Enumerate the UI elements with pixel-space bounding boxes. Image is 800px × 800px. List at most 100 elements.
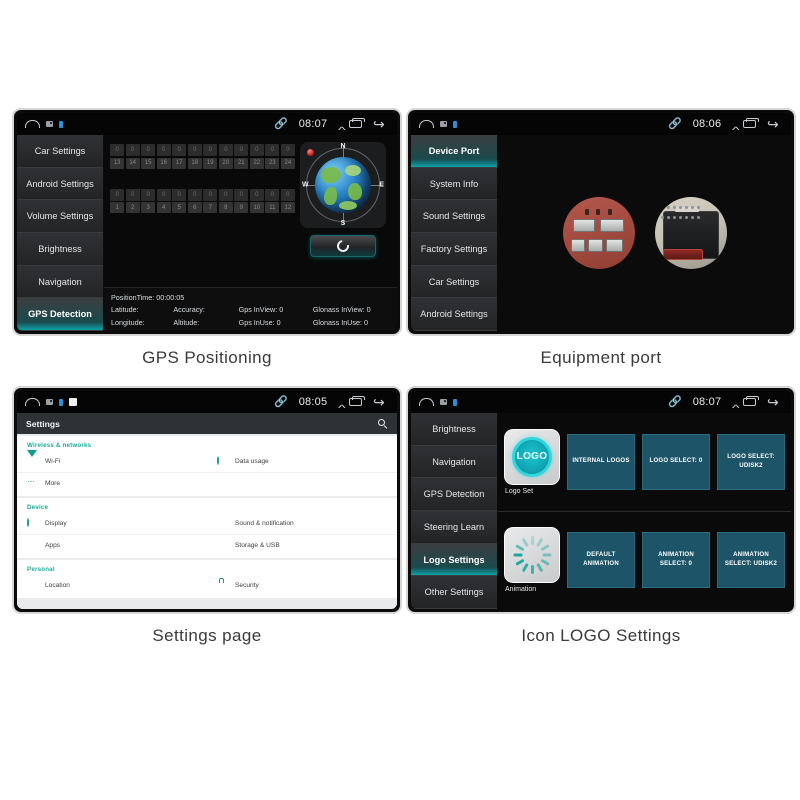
settings-item-more[interactable]: ⋯ More [17,473,207,494]
recent-apps-icon[interactable] [349,118,366,128]
satellite-value: 0 [172,188,187,201]
wiring-harness-photo[interactable] [562,197,635,269]
satellite-id: 3 [141,202,156,213]
settings-item-sound[interactable]: Sound & notification [207,513,397,535]
gps-refresh-button[interactable] [310,235,376,257]
app-indicator-icon [69,398,77,406]
settings-item-apps[interactable]: Apps [17,535,207,556]
connector-block-photo[interactable] [654,197,727,269]
settings-app-bar: Settings [17,413,397,434]
sidebar-item-label: Steering Learn [423,521,485,532]
sd-card-icon [46,121,53,127]
settings-item-data-usage[interactable]: Data usage [207,451,397,473]
sidebar-item-android-settings[interactable]: Android Settings [17,167,103,201]
latitude-label: Latitude: [111,305,139,314]
tile-default-animation[interactable]: DEFAULT ANIMATION [567,532,635,589]
sidebar-item-label: System Info [429,178,479,189]
sd-card-icon [440,121,447,127]
refresh-icon [334,237,352,255]
sidebar-item-navigation[interactable]: Navigation [411,445,497,479]
glonass-inuse-label: Glonass InUse: 0 [312,318,368,327]
sidebar-item-steering-learn[interactable]: Steering Learn [411,511,497,544]
sidebar-item-system-info[interactable]: System Info [411,167,497,201]
settings-item-label: Apps [45,541,61,549]
satellite-value: 0 [234,188,249,201]
wifi-icon [27,449,37,464]
bluetooth-icon: 🔗 [668,117,682,130]
glonass-inview-label: Glonass InView: 0 [312,305,371,314]
sidebar-item-label: Brightness [38,243,82,254]
home-icon[interactable] [25,120,40,128]
sidebar-item-brightness[interactable]: Brightness [411,413,497,446]
panel-icon-logo-settings: 🔗 08:07 ^ ↩ Brightness Navigation GPS De… [406,386,796,664]
sidebar-item-car-settings[interactable]: Car Settings [411,265,497,299]
back-icon[interactable]: ↩ [373,116,385,132]
sidebar-item-logo-settings[interactable]: Logo Settings [411,543,497,577]
logo-set-label: Logo Set [505,487,534,495]
status-time: 08:07 [298,118,328,130]
caption-gps-positioning: GPS Positioning [142,348,272,367]
settings-item-location[interactable]: Location [17,575,207,596]
settings-item-label: Security [235,581,259,589]
satellite-id-row: 1 2 3 4 5 6 7 8 9 10 11 12 [110,201,295,213]
satellite-value: 0 [280,144,295,156]
satellite-value-row: 0 0 0 0 0 0 0 0 0 0 0 0 [110,188,295,201]
settings-item-label: Display [45,519,67,527]
compass-north-label: N [340,143,346,150]
data-usage-icon [217,455,219,465]
tile-logo-select-udisk2[interactable]: LOGO SELECT: UDISK2 [717,433,785,490]
animation-preview-thumb[interactable] [504,527,560,584]
satellite-id: 1 [110,202,125,213]
sidebar-item-device-port[interactable]: Device Port [411,135,497,168]
recent-apps-icon[interactable] [743,396,760,406]
recent-apps-icon[interactable] [349,396,366,406]
back-icon[interactable]: ↩ [767,116,779,132]
satellite-value: 0 [280,188,295,201]
panel-equipment-port: 🔗 08:06 ^ ↩ Device Port System Info Soun… [406,108,796,386]
home-icon[interactable] [25,398,40,406]
compass-east-label: E [379,181,384,189]
satellite-value: 0 [234,144,249,156]
sidebar-item-sound-settings[interactable]: Sound Settings [411,200,497,234]
sidebar-item-gps-detection[interactable]: GPS Detection [411,478,497,512]
sidebar-item-factory-settings[interactable]: Factory Settings [411,233,497,266]
panel-gps-positioning: 🔗 08:07 ^ ↩ Car Settings Android Setting… [12,108,402,386]
satellite-id: 6 [187,202,202,213]
sidebar-item-label: Other Settings [424,587,484,598]
settings-item-security[interactable]: Security [207,575,397,596]
satellite-value: 0 [156,188,171,201]
page-title: Settings [26,418,60,429]
satellite-value: 0 [187,144,202,156]
sidebar-item-label: Android Settings [26,178,94,189]
logo-content: LOGO Logo Set INTERNAL LOGOS LOGO SELECT… [498,413,791,609]
recent-apps-icon[interactable] [743,118,760,128]
sidebar-item-gps-detection[interactable]: GPS Detection [17,298,103,331]
sidebar-item-volume-settings[interactable]: Volume Settings [17,200,103,234]
search-icon[interactable] [378,418,388,429]
globe-icon [315,157,371,213]
home-icon[interactable] [419,398,434,406]
sidebar-item-navigation[interactable]: Navigation [17,265,103,299]
settings-item-empty [207,473,397,494]
sidebar-item-car-settings[interactable]: Car Settings [17,135,103,168]
sidebar-item-other-settings[interactable]: Other Settings [411,576,497,609]
back-icon[interactable]: ↩ [373,394,385,410]
altitude-label: Altitude: [173,318,200,327]
tile-logo-select-0[interactable]: LOGO SELECT: 0 [642,433,710,490]
tile-animation-select-0[interactable]: ANIMATION SELECT: 0 [642,532,710,589]
satellite-id: 22 [249,157,264,169]
tile-internal-logos[interactable]: INTERNAL LOGOS [567,433,635,490]
satellite-value: 0 [218,144,233,156]
home-icon[interactable] [419,120,434,128]
position-time-label: PositionTime: 00:00:05 [111,293,185,302]
sidebar-item-android-settings[interactable]: Android Settings [411,298,497,331]
logo-preview-thumb[interactable]: LOGO [504,428,560,485]
back-icon[interactable]: ↩ [767,394,779,410]
sidebar-item-brightness[interactable]: Brightness [17,233,103,266]
settings-item-storage[interactable]: Storage & USB [207,535,397,556]
tile-animation-select-udisk2[interactable]: ANIMATION SELECT: UDISK2 [717,532,785,589]
settings-item-wifi[interactable]: Wi-Fi [17,449,207,473]
settings-item-display[interactable]: Display [17,513,207,535]
panel-settings-page: 🔗 08:05 ^ ↩ Settings Wireless & networks… [12,386,402,664]
settings-section-personal: Personal Location Security [17,560,397,598]
